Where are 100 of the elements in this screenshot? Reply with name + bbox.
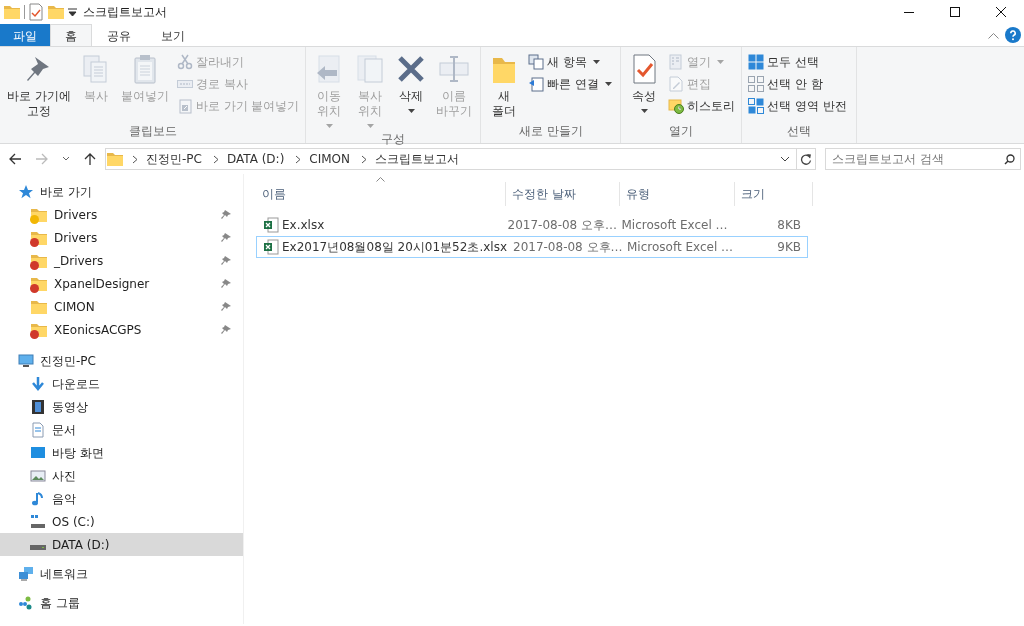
sidebar-item[interactable]: 사진: [0, 464, 243, 487]
picture-icon: [30, 467, 46, 484]
column-header[interactable]: 이름: [256, 182, 506, 206]
chevron-icon[interactable]: [132, 154, 138, 164]
separator-line: [24, 5, 25, 19]
column-header[interactable]: 수정한 날짜: [506, 182, 620, 206]
breadcrumb-link[interactable]: DATA (D:): [223, 150, 288, 168]
file-name: Ex2017년08월08일 20시01분52초.xlsx: [282, 239, 507, 256]
sidebar-item[interactable]: 홈 그룹: [0, 591, 243, 614]
edit-icon: [668, 76, 685, 92]
document-icon: [30, 421, 46, 438]
sidebar-item[interactable]: DATA (D:): [0, 533, 243, 556]
help-icon[interactable]: [1005, 27, 1021, 43]
sidebar-item[interactable]: Drivers: [0, 226, 243, 249]
file-type: Microsoft Excel …: [626, 239, 735, 256]
scissors-icon: [176, 54, 193, 70]
sidebar-item[interactable]: 다운로드: [0, 372, 243, 395]
forward-icon[interactable]: [35, 152, 49, 166]
up-icon[interactable]: [83, 152, 97, 166]
sidebar-item[interactable]: XpanelDesigner: [0, 272, 243, 295]
file-date: 2017-08-08 오후…: [512, 239, 621, 256]
link-icon: [528, 76, 545, 92]
refresh-icon[interactable]: [800, 153, 812, 165]
sidebar-item[interactable]: _Drivers: [0, 249, 243, 272]
file-size: 9KB: [776, 239, 802, 256]
sidebar-item[interactable]: 문서: [0, 418, 243, 441]
ribbon-tab[interactable]: 보기: [146, 24, 200, 46]
sidebar-item[interactable]: 진정민-PC: [0, 349, 243, 372]
file-row[interactable]: Ex.xlsx 2017-08-08 오후… Microsoft Excel … 8KB: [256, 214, 808, 236]
rename-icon: [438, 53, 471, 85]
chevron-icon[interactable]: [295, 154, 302, 164]
select-all-icon: [748, 54, 765, 70]
ribbon-button[interactable]: 히스토리: [666, 95, 738, 117]
new-item-icon: [528, 54, 545, 70]
maximize-icon: [950, 7, 960, 17]
dropdown-icon[interactable]: [780, 156, 790, 162]
computer-icon: [18, 352, 34, 369]
close-icon: [996, 7, 1006, 17]
music-note-icon: [30, 490, 46, 507]
drive-icon: [30, 513, 46, 530]
sidebar-item[interactable]: 바로 가기: [0, 180, 243, 203]
ribbon-button[interactable]: 바로 가기에 고정: [4, 51, 74, 121]
chevron-icon[interactable]: [212, 154, 219, 164]
ribbon-button[interactable]: 선택 안 함: [746, 73, 850, 95]
ribbon-button[interactable]: 새 항목: [526, 51, 615, 73]
file-tab[interactable]: 파일: [0, 24, 50, 46]
column-header[interactable]: 유형: [620, 182, 735, 206]
network-icon: [18, 565, 34, 582]
column-header[interactable]: 크기: [735, 182, 813, 206]
file-type: Microsoft Excel …: [620, 217, 729, 234]
pin-icon[interactable]: [221, 255, 231, 266]
breadcrumb-link[interactable]: 스크립트보고서: [372, 150, 463, 168]
folder-icon[interactable]: [3, 3, 21, 21]
folder-icon: [106, 150, 124, 168]
download-icon: [30, 375, 46, 392]
desktop-icon: [30, 444, 46, 461]
open-icon: [668, 54, 685, 70]
chevron-icon[interactable]: [361, 154, 368, 164]
collapse-ribbon-icon[interactable]: [988, 31, 999, 39]
group-label: 클립보드: [127, 123, 178, 140]
search-field[interactable]: 스크립트보고서 검색: [825, 148, 1021, 170]
ribbon-button[interactable]: 빠른 연결: [526, 73, 615, 95]
address-bar[interactable]: 진정민-PC DATA (D:) CIMON 스크립트보고서: [105, 148, 816, 170]
breadcrumb-link[interactable]: 진정민-PC: [143, 150, 205, 168]
ribbon-button[interactable]: 속성: [625, 51, 664, 115]
drive-icon: [30, 545, 46, 550]
pin-icon[interactable]: [221, 278, 231, 289]
pin-icon[interactable]: [221, 324, 231, 335]
ribbon-button[interactable]: 선택 영역 반전: [746, 95, 850, 117]
file-row[interactable]: Ex2017년08월08일 20시01분52초.xlsx 2017-08-08 오후… Microsoft Excel … 9KB: [256, 236, 808, 258]
sidebar-item[interactable]: 동영상: [0, 395, 243, 418]
group-label: 선택: [786, 123, 813, 140]
minimize-icon: [904, 11, 914, 13]
pin-icon[interactable]: [221, 209, 231, 220]
video-icon: [30, 398, 46, 415]
sidebar-item[interactable]: XEonicsACGPS: [0, 318, 243, 341]
ribbon-button[interactable]: 모두 선택: [746, 51, 850, 73]
group-label: 새로 만들기: [518, 123, 584, 140]
shortcut-icon: [176, 98, 193, 114]
ribbon-button[interactable]: 새 폴더: [485, 51, 524, 121]
breadcrumb-link[interactable]: CIMON: [306, 150, 354, 168]
homegroup-icon: [18, 594, 34, 611]
pin-icon[interactable]: [221, 232, 231, 243]
select-none-icon: [748, 76, 765, 92]
sidebar-item[interactable]: 네트워크: [0, 562, 243, 585]
properties-icon[interactable]: [28, 3, 44, 21]
sidebar-item[interactable]: 바탕 화면: [0, 441, 243, 464]
ribbon-tab[interactable]: 공유: [92, 24, 146, 46]
sidebar-item[interactable]: 음악: [0, 487, 243, 510]
excel-file-icon: [263, 239, 279, 255]
back-icon[interactable]: [8, 152, 22, 166]
group-label: 열기: [668, 123, 695, 140]
customize-menu-icon[interactable]: [68, 7, 77, 17]
ribbon-button[interactable]: 삭제: [392, 51, 431, 115]
ribbon-tab[interactable]: 홈: [50, 24, 92, 46]
sidebar-item[interactable]: CIMON: [0, 295, 243, 318]
sidebar-item[interactable]: OS (C:): [0, 510, 243, 533]
sidebar-item[interactable]: Drivers: [0, 203, 243, 226]
pin-icon[interactable]: [221, 301, 231, 312]
history-icon: [668, 98, 685, 114]
